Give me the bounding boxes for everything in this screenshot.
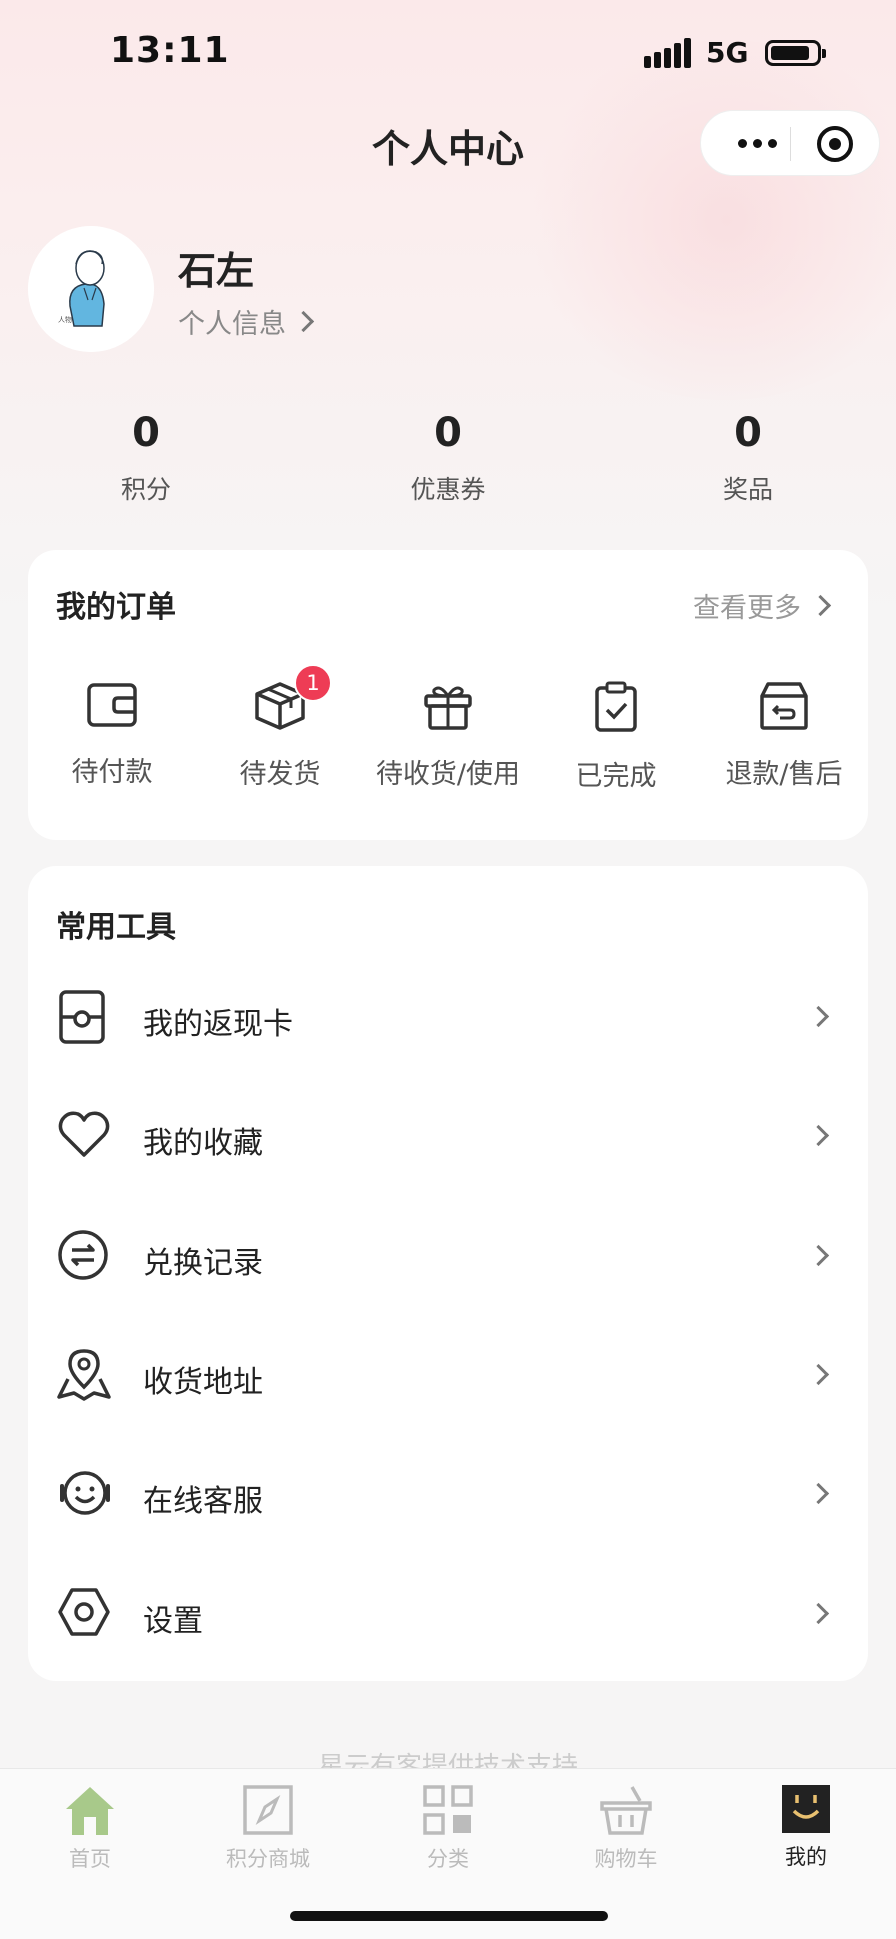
network-type: 5G: [706, 36, 749, 69]
tab-label: 购物车: [594, 1847, 658, 1871]
wallet-icon: [87, 683, 137, 727]
stat-coupons[interactable]: 0 优惠券: [348, 410, 548, 506]
capsule-divider: [790, 127, 791, 161]
basket-icon: [600, 1786, 652, 1835]
heart-icon: [58, 1111, 110, 1157]
stat-label: 奖品: [722, 475, 773, 504]
home-icon: [66, 1787, 114, 1835]
status-time: 13:11: [110, 30, 230, 71]
tab-label: 首页: [69, 1847, 111, 1871]
clipboard-check-icon: [595, 681, 637, 732]
stat-prizes[interactable]: 0 奖品: [648, 410, 848, 506]
tab-points-mall[interactable]: 积分商城: [198, 1783, 338, 1873]
miniprogram-capsule: [700, 110, 880, 176]
tool-customer-service[interactable]: 在线客服: [28, 1444, 868, 1544]
chevron-right-icon: [292, 310, 315, 333]
stat-label: 优惠券: [410, 475, 486, 504]
order-label: 待收货/使用: [375, 759, 521, 790]
tool-cashback-card[interactable]: 我的返现卡: [28, 967, 868, 1067]
chevron-right-icon: [807, 1005, 830, 1028]
stat-value: 0: [734, 410, 762, 456]
stat-points[interactable]: 0 积分: [46, 410, 246, 506]
tool-address[interactable]: 收货地址: [28, 1325, 868, 1425]
order-label: 退款/售后: [725, 759, 843, 790]
chevron-right-icon: [809, 594, 832, 617]
tool-label: 设置: [143, 1604, 203, 1639]
card-icon: [59, 990, 105, 1044]
orders-more-label: 查看更多: [693, 593, 801, 624]
order-refund[interactable]: 退款/售后: [700, 680, 868, 791]
order-pending-receipt[interactable]: 待收货/使用: [364, 680, 532, 791]
chevron-right-icon: [807, 1124, 830, 1147]
order-completed[interactable]: 已完成: [532, 680, 700, 793]
order-count-badge: 1: [294, 664, 332, 702]
tab-label: 积分商城: [226, 1847, 310, 1871]
orders-title: 我的订单: [56, 590, 176, 625]
profile-info-label: 个人信息: [178, 309, 286, 340]
tool-settings[interactable]: 设置: [28, 1564, 868, 1664]
tab-label: 我的: [785, 1845, 827, 1869]
tools-card: 常用工具 我的返现卡 我的收藏 兑换记录 收货地址 在线客服 设置: [28, 866, 868, 1681]
user-name: 石左: [178, 249, 255, 293]
order-label: 待发货: [239, 759, 321, 790]
tab-cart[interactable]: 购物车: [556, 1783, 696, 1873]
map-pin-icon: [57, 1349, 111, 1401]
chevron-right-icon: [807, 1363, 830, 1386]
orders-more-link[interactable]: 查看更多: [693, 586, 832, 625]
svg-text:人物: 人物: [58, 315, 72, 324]
tool-exchange-records[interactable]: 兑换记录: [28, 1206, 868, 1306]
signal-icon: [644, 38, 694, 68]
chevron-right-icon: [807, 1482, 830, 1505]
tab-category[interactable]: 分类: [378, 1783, 518, 1873]
hexagon-settings-icon: [58, 1588, 110, 1636]
order-pending-shipment[interactable]: 1 待发货: [196, 664, 364, 791]
return-box-icon: [760, 682, 808, 730]
tab-label: 分类: [427, 1847, 469, 1871]
chevron-right-icon: [807, 1602, 830, 1625]
order-label: 待付款: [71, 757, 153, 788]
tool-label: 我的收藏: [143, 1126, 263, 1161]
grid-icon: [423, 1785, 473, 1835]
chevron-right-icon: [807, 1244, 830, 1267]
battery-icon: [765, 40, 826, 66]
stat-value: 0: [132, 410, 160, 456]
tool-label: 兑换记录: [143, 1246, 263, 1281]
stat-label: 积分: [120, 475, 171, 504]
tools-title: 常用工具: [56, 910, 176, 945]
stat-value: 0: [434, 410, 462, 456]
order-label: 已完成: [575, 761, 657, 792]
tab-home[interactable]: 首页: [20, 1783, 160, 1873]
compass-icon: [243, 1785, 293, 1835]
gift-icon: [424, 686, 472, 730]
profile-face-icon: [782, 1785, 830, 1833]
avatar[interactable]: 人物: [28, 226, 154, 352]
customer-service-icon: [60, 1471, 110, 1515]
tool-label: 我的返现卡: [143, 1007, 293, 1042]
order-pending-payment[interactable]: 待付款: [28, 680, 196, 789]
more-icon[interactable]: [727, 127, 787, 159]
profile-info-link[interactable]: 个人信息: [178, 302, 315, 341]
exchange-icon: [58, 1230, 108, 1280]
tool-label: 收货地址: [143, 1365, 263, 1400]
orders-card: 我的订单 查看更多 待付款 1 待发货 待收货/使用 已完成 退款/售后: [28, 550, 868, 840]
tab-mine[interactable]: 我的: [736, 1783, 876, 1871]
home-indicator: [290, 1911, 608, 1921]
tool-label: 在线客服: [143, 1484, 263, 1519]
close-target-icon[interactable]: [817, 126, 853, 162]
tool-favorites[interactable]: 我的收藏: [28, 1086, 868, 1186]
